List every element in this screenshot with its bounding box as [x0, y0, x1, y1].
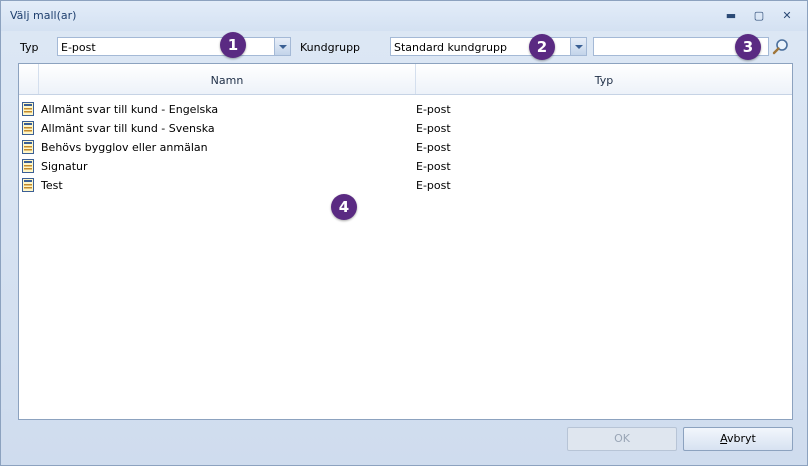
cancel-button[interactable]: Avbryt	[683, 427, 793, 451]
type-combo[interactable]: E-post	[57, 37, 291, 56]
table-row[interactable]: Test E-post	[19, 176, 792, 195]
template-icon	[22, 178, 34, 192]
row-selector-header[interactable]	[19, 64, 38, 94]
search-button[interactable]	[771, 37, 791, 56]
row-name: Signatur	[41, 160, 88, 173]
table-row[interactable]: Behövs bygglov eller anmälan E-post	[19, 138, 792, 157]
row-type: E-post	[416, 122, 451, 135]
callout-badge-4: 4	[331, 194, 357, 220]
template-icon	[22, 102, 34, 116]
row-type: E-post	[416, 179, 451, 192]
type-label: Typ	[20, 41, 39, 54]
maximize-icon[interactable]: ▢	[750, 7, 768, 25]
row-type: E-post	[416, 160, 451, 173]
close-icon[interactable]: ✕	[778, 7, 796, 25]
row-name: Allmänt svar till kund - Svenska	[41, 122, 215, 135]
callout-badge-3: 3	[735, 34, 761, 60]
type-combo-value: E-post	[61, 41, 96, 54]
row-name: Behövs bygglov eller anmälan	[41, 141, 208, 154]
minimize-icon[interactable]: ▬	[722, 7, 740, 25]
row-type: E-post	[416, 141, 451, 154]
table-row[interactable]: Allmänt svar till kund - Engelska E-post	[19, 100, 792, 119]
customer-group-label: Kundgrupp	[300, 41, 361, 54]
callout-badge-1: 1	[220, 32, 246, 58]
template-icon	[22, 140, 34, 154]
template-icon	[22, 159, 34, 173]
select-template-dialog: Välj mall(ar) ▬ ▢ ✕ Typ E-post Kundgrupp…	[0, 0, 808, 466]
row-name: Allmänt svar till kund - Engelska	[41, 103, 219, 116]
column-header-type[interactable]: Typ	[415, 64, 792, 94]
customer-group-combo[interactable]: Standard kundgrupp	[390, 37, 587, 56]
ok-button[interactable]: OK	[567, 427, 677, 451]
magnifier-icon	[772, 39, 788, 55]
customer-group-combo-value: Standard kundgrupp	[394, 41, 507, 54]
chevron-down-icon[interactable]	[274, 38, 290, 55]
row-type: E-post	[416, 103, 451, 116]
grid-header: Namn Typ	[19, 64, 792, 95]
column-header-name[interactable]: Namn	[38, 64, 415, 94]
window-title: Välj mall(ar)	[10, 9, 77, 22]
chevron-down-icon[interactable]	[570, 38, 586, 55]
callout-badge-2: 2	[529, 34, 555, 60]
table-row[interactable]: Allmänt svar till kund - Svenska E-post	[19, 119, 792, 138]
template-icon	[22, 121, 34, 135]
table-row[interactable]: Signatur E-post	[19, 157, 792, 176]
row-name: Test	[41, 179, 63, 192]
template-grid[interactable]: Namn Typ Allmänt svar till kund - Engels…	[18, 63, 793, 420]
title-bar[interactable]: Välj mall(ar) ▬ ▢ ✕	[1, 1, 807, 31]
